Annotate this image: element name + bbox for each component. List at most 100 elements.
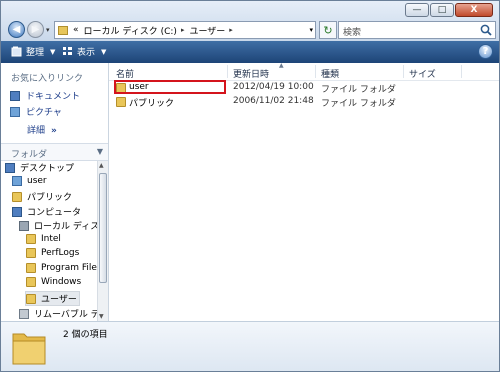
views-label: 表示 <box>77 48 96 58</box>
favorite-links-title: お気に入りリンク <box>11 74 84 84</box>
breadcrumb-separator[interactable]: ▸ <box>181 26 185 34</box>
scroll-up-icon[interactable]: ▲ <box>99 162 104 169</box>
folder-icon <box>26 293 36 304</box>
tree-item-label: リムーバブル ディ <box>34 310 97 320</box>
column-size[interactable]: サイズ <box>409 67 436 80</box>
tree-item-intel[interactable]: Intel <box>26 234 61 244</box>
close-button[interactable]: X <box>455 3 493 17</box>
chevron-down-icon: ▼ <box>96 147 103 156</box>
tree-item-label: Windows <box>41 277 82 287</box>
views-icon <box>63 47 72 55</box>
desktop-icon <box>5 162 15 173</box>
tree-item-label: デスクトップ <box>20 164 75 174</box>
file-type: ファイル フォルダ <box>321 85 396 95</box>
organize-label: 整理 <box>26 48 45 58</box>
file-date: 2012/04/19 10:00 <box>233 82 314 92</box>
scroll-down-icon[interactable]: ▼ <box>99 313 104 320</box>
address-chevron[interactable]: « <box>73 25 79 35</box>
removable-drive-icon <box>19 308 29 319</box>
folders-header[interactable]: フォルダ ▼ <box>1 143 108 161</box>
sort-ascending-icon: ▲ <box>279 62 284 69</box>
address-dropdown-icon[interactable]: ▾ <box>309 26 313 34</box>
help-button[interactable]: ? <box>478 44 493 59</box>
folder-icon <box>26 248 36 258</box>
maximize-button[interactable]: □ <box>430 3 454 17</box>
tree-item-computer[interactable]: コンピュータ <box>12 205 81 218</box>
large-folder-icon <box>12 333 46 365</box>
forward-button[interactable]: ▶ <box>27 21 44 38</box>
breadcrumb-separator[interactable]: ▸ <box>229 26 233 34</box>
chevron-down-icon: ▼ <box>50 47 56 56</box>
chevron-down-icon: ▼ <box>101 47 107 56</box>
column-name[interactable]: 名前 <box>116 67 134 80</box>
user-folder-icon <box>12 176 22 186</box>
breadcrumb-local-disk[interactable]: ローカル ディスク (C:) <box>84 24 177 37</box>
tree-item-users[interactable]: ユーザー <box>25 291 80 306</box>
file-type: ファイル フォルダ <box>321 99 396 109</box>
tree-item-program-files[interactable]: Program Files <box>26 263 97 273</box>
folder-icon <box>116 97 126 107</box>
computer-icon <box>12 206 22 217</box>
tree-scrollbar[interactable]: ▲ ▼ <box>97 161 108 321</box>
favorite-pictures-label: ピクチャ <box>26 108 62 118</box>
more-links[interactable]: 詳細 » <box>27 123 57 136</box>
column-divider[interactable] <box>227 65 228 78</box>
back-button[interactable]: ◀ <box>8 21 25 38</box>
column-divider[interactable] <box>461 65 462 78</box>
column-divider[interactable] <box>403 65 404 78</box>
favorite-pictures[interactable]: ピクチャ <box>10 105 62 118</box>
window-controls: — □ X <box>404 3 493 17</box>
folder-icon <box>12 191 22 202</box>
navigation-pane: お気に入りリンク ドキュメント ピクチャ 詳細 » フォルダ ▼ デスクトップ u… <box>1 63 109 321</box>
folder-icon <box>26 234 36 244</box>
column-date[interactable]: 更新日時 <box>233 67 269 80</box>
item-count: 2 個の項目 <box>63 330 108 340</box>
address-bar[interactable]: « ローカル ディスク (C:) ▸ ユーザー ▸ ▾ <box>54 21 316 39</box>
column-header: ▲ 名前 更新日時 種類 サイズ <box>109 62 499 81</box>
tree-item-label: PerfLogs <box>41 248 80 258</box>
column-divider[interactable] <box>315 65 316 78</box>
tree-item-local-disk[interactable]: ローカル ディスク <box>19 219 97 232</box>
explorer-window: — □ X ◀ ▶ ▾ « ローカル ディスク (C:) ▸ ユーザー ▸ ▾ … <box>0 0 500 372</box>
tree-item-label: ローカル ディスク <box>34 222 97 232</box>
favorite-documents[interactable]: ドキュメント <box>10 89 80 102</box>
folder-tree: デスクトップ user パブリック コンピュータ ローカル ディスク Intel <box>1 161 97 321</box>
command-bar: 整理 ▼ 表示 ▼ ? <box>1 41 499 63</box>
file-date: 2006/11/02 21:48 <box>233 96 314 106</box>
tree-item-label: コンピュータ <box>27 208 82 218</box>
breadcrumb-users[interactable]: ユーザー <box>189 24 225 37</box>
search-input[interactable]: 検索 <box>338 21 496 39</box>
recent-pages-dropdown[interactable]: ▾ <box>46 26 50 34</box>
search-icon[interactable] <box>479 23 493 37</box>
column-type[interactable]: 種類 <box>321 67 339 80</box>
refresh-button[interactable]: ↻ <box>319 21 337 39</box>
tree-item-desktop[interactable]: デスクトップ <box>5 161 74 174</box>
pictures-icon <box>10 106 20 117</box>
file-name: パブリック <box>129 99 175 109</box>
tree-item-user[interactable]: user <box>12 176 47 186</box>
tree-item-label: パブリック <box>27 193 73 203</box>
documents-icon <box>10 90 20 101</box>
tree-item-perflogs[interactable]: PerfLogs <box>26 248 79 258</box>
tree-item-public[interactable]: パブリック <box>12 190 72 203</box>
highlight-annotation <box>114 80 226 94</box>
folder-icon <box>26 277 36 287</box>
tree-item-label: Program Files <box>41 263 97 273</box>
title-bar: — □ X ◀ ▶ ▾ « ローカル ディスク (C:) ▸ ユーザー ▸ ▾ … <box>1 1 499 41</box>
search-placeholder: 検索 <box>343 28 362 38</box>
tree-item-windows[interactable]: Windows <box>26 277 81 287</box>
scrollbar-thumb[interactable] <box>99 173 107 283</box>
favorite-documents-label: ドキュメント <box>26 92 81 102</box>
file-row[interactable]: パブリック 2006/11/02 21:48 ファイル フォルダ <box>109 95 499 109</box>
details-pane: 2 個の項目 <box>1 321 499 371</box>
tree-item-removable-disk[interactable]: リムーバブル ディ <box>19 307 97 320</box>
tree-item-label: ユーザー <box>41 295 77 305</box>
more-label: 詳細 <box>27 126 46 136</box>
views-button[interactable]: 表示 ▼ <box>62 45 106 58</box>
minimize-button[interactable]: — <box>405 3 429 17</box>
double-chevron-icon: » <box>51 126 57 136</box>
drive-icon <box>19 220 29 231</box>
organize-button[interactable]: 整理 ▼ <box>11 45 55 58</box>
folder-icon <box>58 25 68 35</box>
organize-icon <box>11 46 22 57</box>
